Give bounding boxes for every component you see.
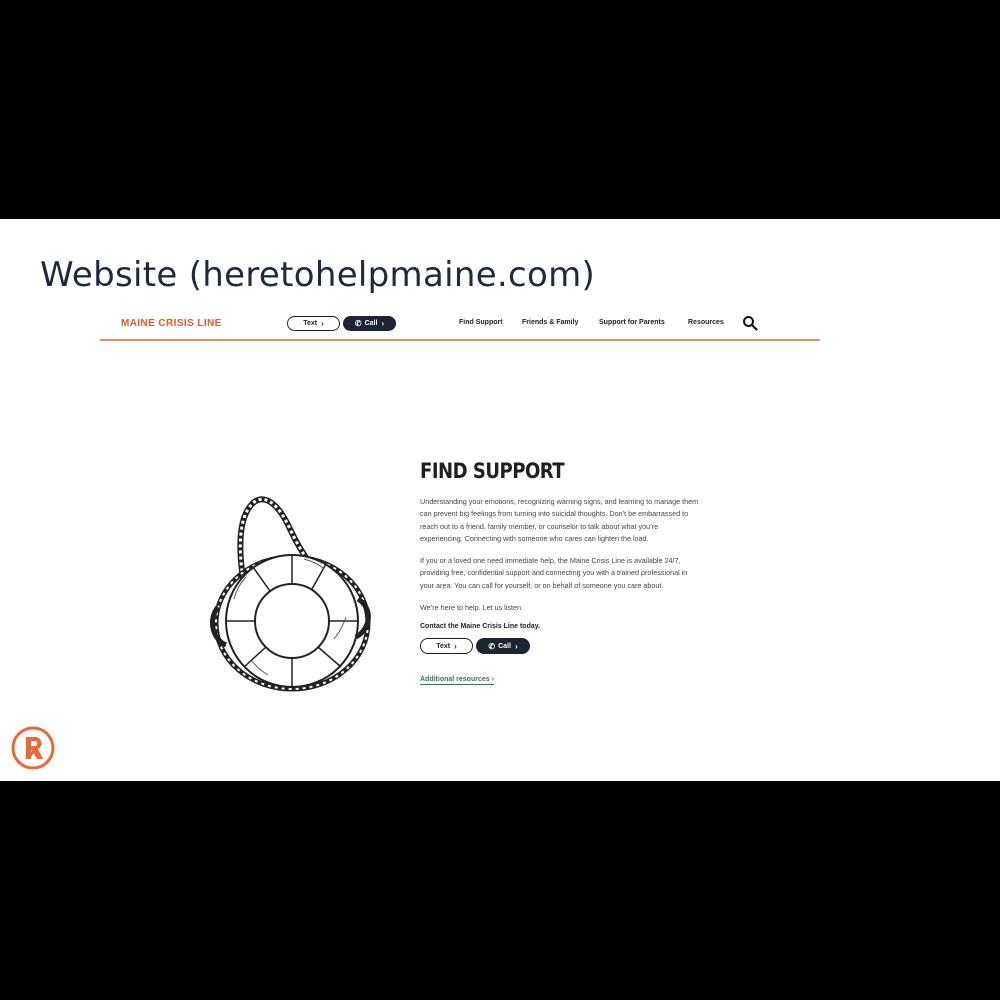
listen-paragraph: We’re here to help. Let us listen. [420, 603, 523, 613]
phone-icon: ✆ [354, 319, 362, 328]
header-call-button[interactable]: ✆ Call › [343, 316, 396, 331]
call-button-label: Call [498, 642, 511, 650]
text-button[interactable]: Text › [420, 638, 473, 655]
site-logo[interactable]: MAINE CRISIS LINE [121, 318, 222, 329]
cta-buttons: Text › ✆ Call › [420, 638, 700, 656]
nav-find-support[interactable]: Find Support [459, 319, 503, 326]
chevron-right-icon: › [321, 319, 324, 328]
site-header: MAINE CRISIS LINE Text › ✆ Call › Find S… [100, 309, 820, 341]
header-text-button-label: Text [303, 320, 318, 327]
header-call-button-label: Call [364, 320, 378, 327]
chevron-right-icon: › [514, 641, 518, 651]
header-text-button[interactable]: Text › [287, 316, 340, 331]
nav-support-for-parents[interactable]: Support for Parents [599, 319, 665, 326]
website-screenshot: MAINE CRISIS LINE Text › ✆ Call › Find S… [100, 309, 820, 749]
additional-resources-link[interactable]: Additional resources › [420, 676, 494, 686]
text-button-label: Text [436, 642, 451, 650]
chevron-right-icon: › [491, 676, 494, 684]
nav-resources[interactable]: Resources [688, 319, 724, 326]
phone-icon: ✆ [488, 641, 496, 651]
intro-paragraph: Understanding your emotions, recognizing… [420, 497, 699, 543]
help-paragraph: If you or a loved one need immediate hel… [420, 556, 688, 590]
chevron-right-icon: › [454, 641, 457, 651]
find-support-content: FIND SUPPORT Understanding your emotions… [420, 459, 700, 686]
additional-resources-label: Additional resources [420, 676, 490, 684]
search-icon[interactable] [742, 315, 758, 331]
contact-line: Contact the Maine Crisis Line today. [420, 623, 541, 631]
life-ring-illustration [209, 496, 371, 692]
page-title: FIND SUPPORT [420, 459, 565, 483]
slide-title: Website (heretohelpmaine.com) [40, 255, 596, 295]
chevron-right-icon: › [381, 319, 385, 328]
brand-logo [11, 726, 55, 770]
call-button[interactable]: ✆ Call › [476, 638, 530, 655]
slide: Website (heretohelpmaine.com) MAINE CRIS… [0, 219, 1000, 781]
nav-friends-family[interactable]: Friends & Family [522, 319, 578, 326]
